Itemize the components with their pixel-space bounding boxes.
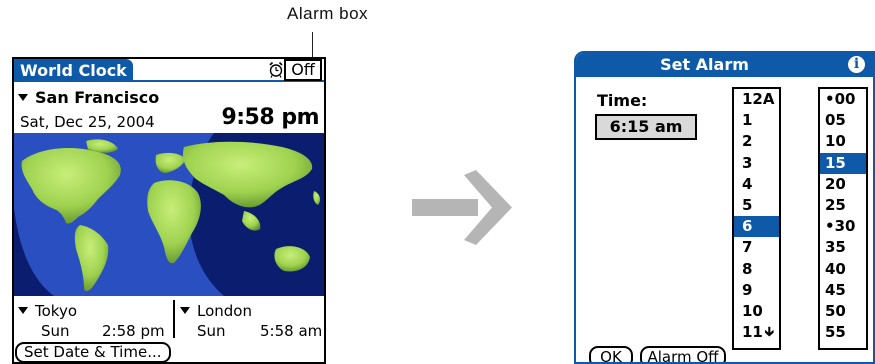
hour-item[interactable]: 10: [734, 301, 779, 322]
secondary-time: 5:58 am: [260, 322, 323, 340]
time-label: Time:: [597, 91, 648, 110]
hour-item[interactable]: 1: [734, 110, 779, 131]
secondary-time: 2:58 pm: [102, 322, 165, 340]
set-date-time-button[interactable]: Set Date & Time...: [15, 342, 171, 362]
dropdown-triangle-icon: [18, 307, 28, 314]
hour-item[interactable]: 2: [734, 131, 779, 152]
world-map-image: [14, 133, 324, 296]
hour-item[interactable]: 3: [734, 153, 779, 174]
minute-item-selected[interactable]: 15: [820, 152, 866, 174]
time-value-box[interactable]: 6:15 am: [595, 114, 697, 140]
scroll-down-arrow-icon[interactable]: 🡳: [765, 323, 774, 345]
hour-item[interactable]: 5: [734, 195, 779, 216]
hour-item[interactable]: 7: [734, 237, 779, 258]
secondary-city-name: London: [197, 302, 252, 320]
set-alarm-dialog: Set Alarm i Time: 6:15 am 12A 1 2 3 4 5 …: [574, 51, 875, 364]
primary-city-name: San Francisco: [35, 88, 160, 107]
secondary-city-name: Tokyo: [35, 302, 77, 320]
minute-item[interactable]: 55: [820, 322, 866, 343]
minute-item[interactable]: 45: [820, 280, 866, 301]
ok-button[interactable]: OK: [589, 346, 633, 362]
dropdown-triangle-icon: [180, 307, 190, 314]
city-divider: [173, 300, 175, 338]
hour-item[interactable]: 12A: [734, 89, 779, 110]
primary-date: Sat, Dec 25, 2004: [20, 113, 155, 131]
info-icon[interactable]: i: [848, 56, 865, 73]
hour-item[interactable]: 8: [734, 259, 779, 280]
hour-item[interactable]: 9: [734, 280, 779, 301]
minute-item[interactable]: •00: [820, 89, 866, 110]
hour-item[interactable]: 4: [734, 174, 779, 195]
right-arrow-icon: [412, 170, 512, 245]
minute-item[interactable]: 50: [820, 301, 866, 322]
secondary-city-selector-london[interactable]: London: [180, 302, 252, 320]
hour-item-selected[interactable]: 6: [734, 216, 779, 238]
minute-item[interactable]: •30: [820, 216, 866, 237]
minute-item[interactable]: 20: [820, 174, 866, 195]
minute-item[interactable]: 35: [820, 237, 866, 258]
secondary-city-selector-tokyo[interactable]: Tokyo: [18, 302, 77, 320]
world-clock-title: World Clock: [14, 59, 133, 82]
alarm-box[interactable]: Off: [284, 59, 322, 81]
minute-item[interactable]: 10: [820, 131, 866, 152]
alarm-clock-icon: [269, 61, 283, 78]
minute-item[interactable]: 40: [820, 259, 866, 280]
secondary-day: Sun: [41, 322, 70, 340]
callout-line: [312, 32, 313, 57]
alarm-off-button[interactable]: Alarm Off: [640, 346, 726, 362]
minute-item[interactable]: 25: [820, 195, 866, 216]
primary-time: 9:58 pm: [221, 105, 319, 130]
minute-item[interactable]: 05: [820, 110, 866, 131]
minute-list[interactable]: •00 05 10 15 20 25 •30 35 40 45 50 55: [818, 87, 868, 350]
dropdown-triangle-icon: [18, 94, 28, 101]
set-alarm-title: Set Alarm: [576, 53, 873, 77]
alarm-box-callout-label: Alarm box: [287, 4, 369, 23]
hour-list[interactable]: 12A 1 2 3 4 5 6 7 8 9 10 11 🡳: [732, 87, 781, 350]
primary-city-selector[interactable]: San Francisco: [18, 88, 159, 107]
world-clock-screen: World Clock Off San Francisco Sat, Dec 2…: [12, 57, 326, 364]
secondary-day: Sun: [197, 322, 226, 340]
